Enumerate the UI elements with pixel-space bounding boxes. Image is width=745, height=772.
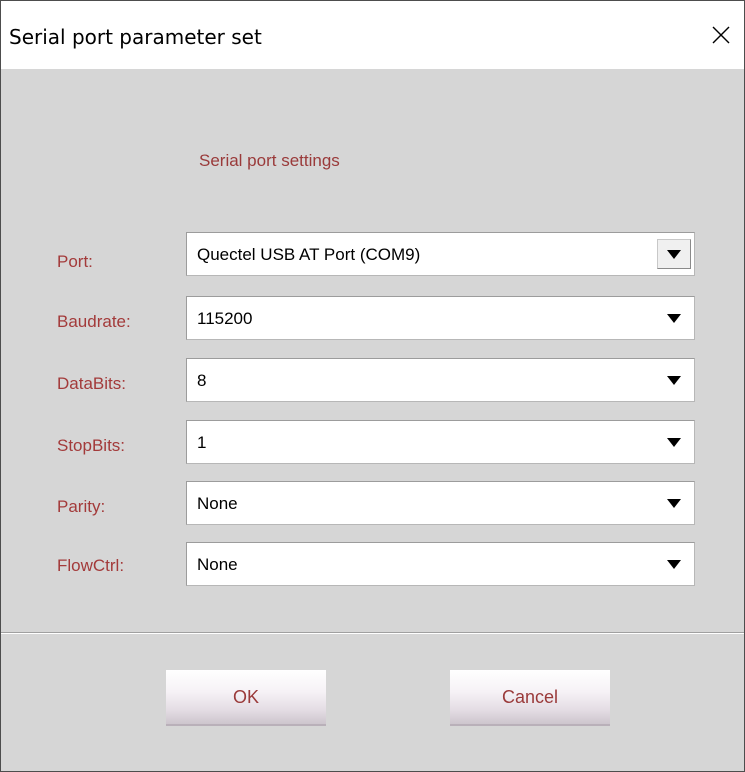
port-select[interactable]: Quectel USB AT Port (COM9) xyxy=(186,232,695,276)
chevron-down-icon xyxy=(667,313,681,323)
parity-label: Parity: xyxy=(57,497,106,516)
baudrate-select[interactable]: 115200 xyxy=(186,296,695,340)
databits-select[interactable]: 8 xyxy=(186,358,695,402)
flowctrl-select[interactable]: None xyxy=(186,542,695,586)
chevron-down-icon xyxy=(667,249,681,259)
section-heading: Serial port settings xyxy=(199,151,340,170)
chevron-down-icon xyxy=(667,559,681,569)
port-dropdown-button[interactable] xyxy=(657,239,691,269)
dialog-client-area: Serial port settings Port: Quectel USB A… xyxy=(1,69,744,771)
databits-label: DataBits: xyxy=(57,374,126,393)
title-bar[interactable]: Serial port parameter set xyxy=(1,1,744,69)
dialog-window: Serial port parameter set Serial port se… xyxy=(0,0,745,772)
chevron-down-icon xyxy=(667,375,681,385)
stopbits-select[interactable]: 1 xyxy=(186,420,695,464)
baudrate-value: 115200 xyxy=(197,309,253,328)
databits-value: 8 xyxy=(197,371,207,390)
databits-dropdown-button[interactable] xyxy=(657,365,691,395)
stopbits-label: StopBits: xyxy=(57,436,126,455)
parity-value: None xyxy=(197,494,238,513)
flowctrl-dropdown-button[interactable] xyxy=(657,549,691,579)
flowctrl-value: None xyxy=(197,555,238,574)
chevron-down-icon xyxy=(667,437,681,447)
close-button[interactable] xyxy=(698,13,744,57)
button-separator xyxy=(1,632,744,634)
baudrate-label: Baudrate: xyxy=(57,312,131,331)
port-label: Port: xyxy=(57,252,93,271)
close-icon xyxy=(712,26,730,44)
stopbits-value: 1 xyxy=(197,433,207,452)
stopbits-dropdown-button[interactable] xyxy=(657,427,691,457)
baudrate-dropdown-button[interactable] xyxy=(657,303,691,333)
parity-select[interactable]: None xyxy=(186,481,695,525)
window-title: Serial port parameter set xyxy=(9,25,262,49)
parity-dropdown-button[interactable] xyxy=(657,488,691,518)
flowctrl-label: FlowCtrl: xyxy=(57,556,125,575)
ok-button[interactable]: OK xyxy=(166,670,326,726)
port-value: Quectel USB AT Port (COM9) xyxy=(197,245,421,264)
cancel-button[interactable]: Cancel xyxy=(450,670,610,726)
chevron-down-icon xyxy=(667,498,681,508)
